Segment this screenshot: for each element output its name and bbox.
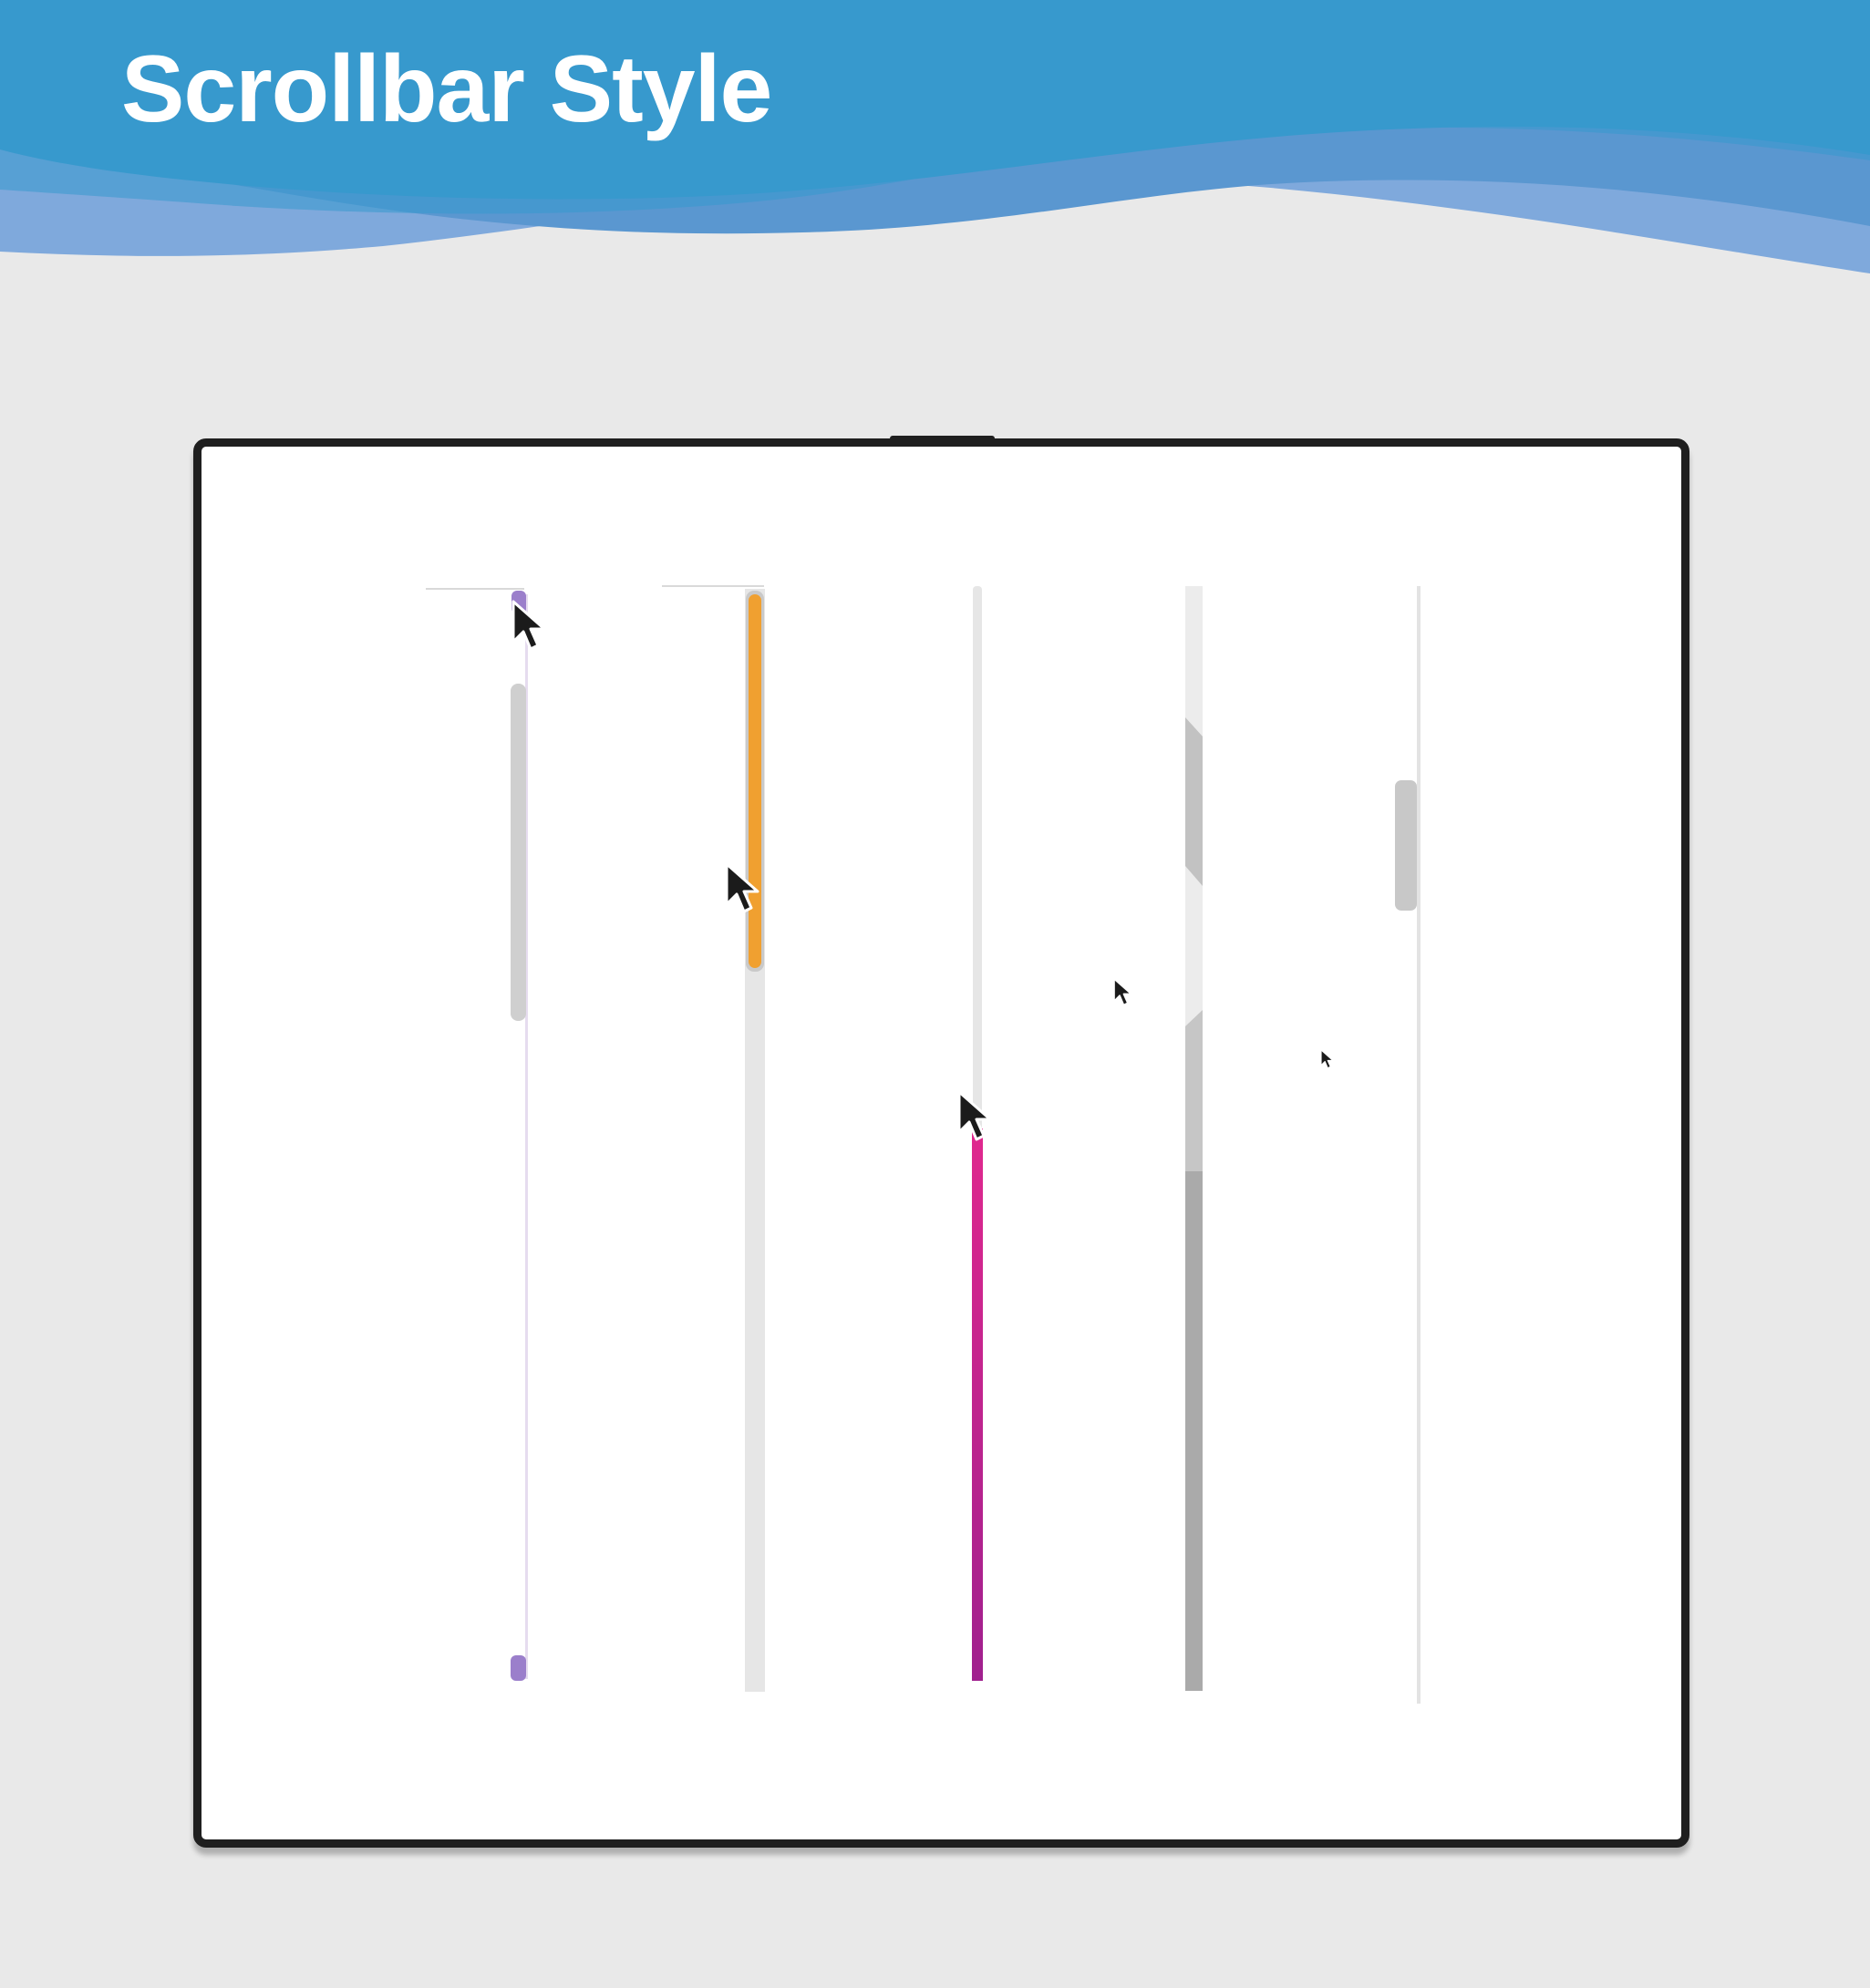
window-notch [890, 436, 995, 441]
demo-window [193, 436, 1689, 1848]
page-title: Scrollbar Style [121, 36, 772, 142]
